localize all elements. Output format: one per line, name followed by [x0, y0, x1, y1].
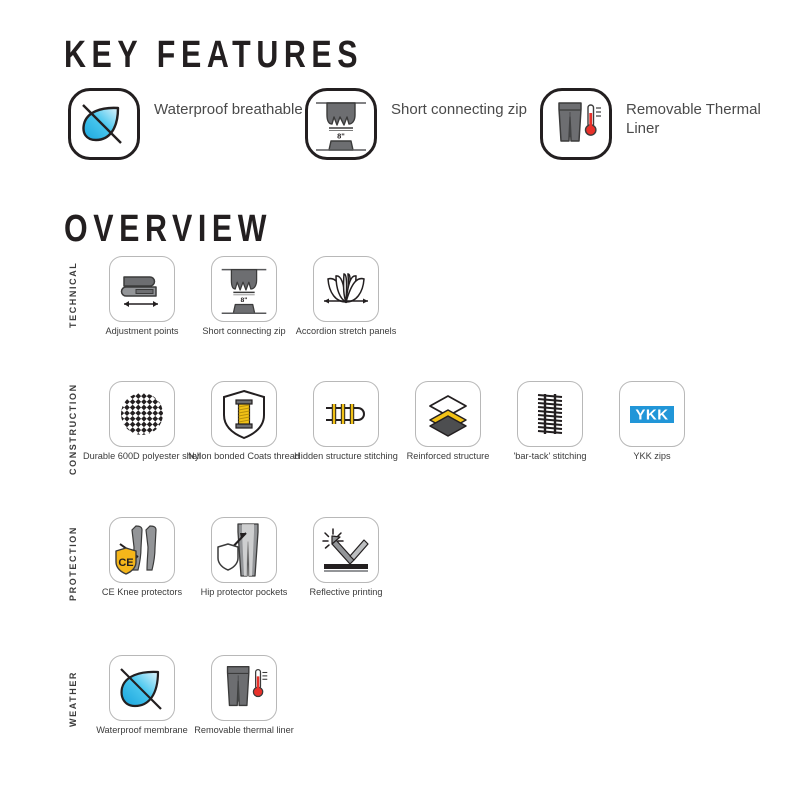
- ce-knee-protector-icon: CE: [109, 517, 175, 583]
- removable-thermal-liner-icon: [211, 655, 277, 721]
- overview-item-label: Accordion stretch panels: [295, 326, 397, 336]
- ykk-logo-icon: YKK: [619, 381, 685, 447]
- category-label-technical: TECHNICAL: [68, 261, 78, 328]
- overview-item-label: 'bar-tack' stitching: [513, 451, 587, 461]
- key-features-heading: KEY FEATURES: [64, 34, 364, 76]
- key-feature-label: Short connecting zip: [391, 101, 527, 118]
- hidden-structure-stitching-icon: [313, 381, 379, 447]
- reflective-printing-icon: [313, 517, 379, 583]
- overview-item-label: YKK zips: [633, 451, 671, 461]
- overview-heading: OVERVIEW: [64, 208, 273, 250]
- short-connecting-zip-icon: 8": [211, 256, 277, 322]
- short-connecting-zip-icon: 8": [305, 88, 377, 160]
- zip-measure-label: 8": [241, 297, 248, 304]
- key-feature-label: Waterproof breathable: [154, 101, 303, 118]
- accordion-stretch-panels-icon: [313, 256, 379, 322]
- overview-row-construction: CONSTRUCTION Durable 600D polyester shel…: [0, 381, 800, 491]
- category-label-construction: CONSTRUCTION: [68, 383, 78, 475]
- reinforced-layers-icon: [415, 381, 481, 447]
- ce-label: CE: [118, 557, 133, 569]
- waterproof-droplet-icon: [68, 88, 140, 160]
- bar-tack-stitching-icon: [517, 381, 583, 447]
- overview-row-weather: WEATHER Waterproof membrane Removable th…: [0, 655, 800, 765]
- removable-thermal-liner-icon: [540, 88, 612, 160]
- waterproof-membrane-icon: [109, 655, 175, 721]
- overview-item-label: Waterproof membrane: [96, 725, 188, 735]
- overview-row-protection: PROTECTION CE CE Knee protectors Hip pro…: [0, 517, 800, 627]
- overview-item-label: Adjustment points: [105, 326, 179, 336]
- ykk-label: YKK: [635, 407, 668, 424]
- adjustment-points-icon: [109, 256, 175, 322]
- key-feature-label: Removable Thermal Liner: [626, 101, 761, 137]
- overview-item-label: CE Knee protectors: [101, 587, 183, 597]
- thread-spool-shield-icon: [211, 381, 277, 447]
- category-label-protection: PROTECTION: [68, 525, 78, 601]
- overview-row-technical: TECHNICAL Adjustment points 8" Short con…: [0, 256, 800, 364]
- infographic-page: KEY FEATURES Waterproof breathable 8" Sh…: [0, 0, 800, 800]
- hip-protector-pocket-icon: [211, 517, 277, 583]
- zip-measure-label: 8": [337, 132, 345, 141]
- overview-item-label: Removable thermal liner: [194, 725, 294, 735]
- category-label-weather: WEATHER: [68, 670, 78, 727]
- woven-mesh-icon: [109, 381, 175, 447]
- key-features-row: Waterproof breathable 8" Short connectin…: [0, 88, 800, 174]
- overview-item-label: Reflective printing: [309, 587, 383, 597]
